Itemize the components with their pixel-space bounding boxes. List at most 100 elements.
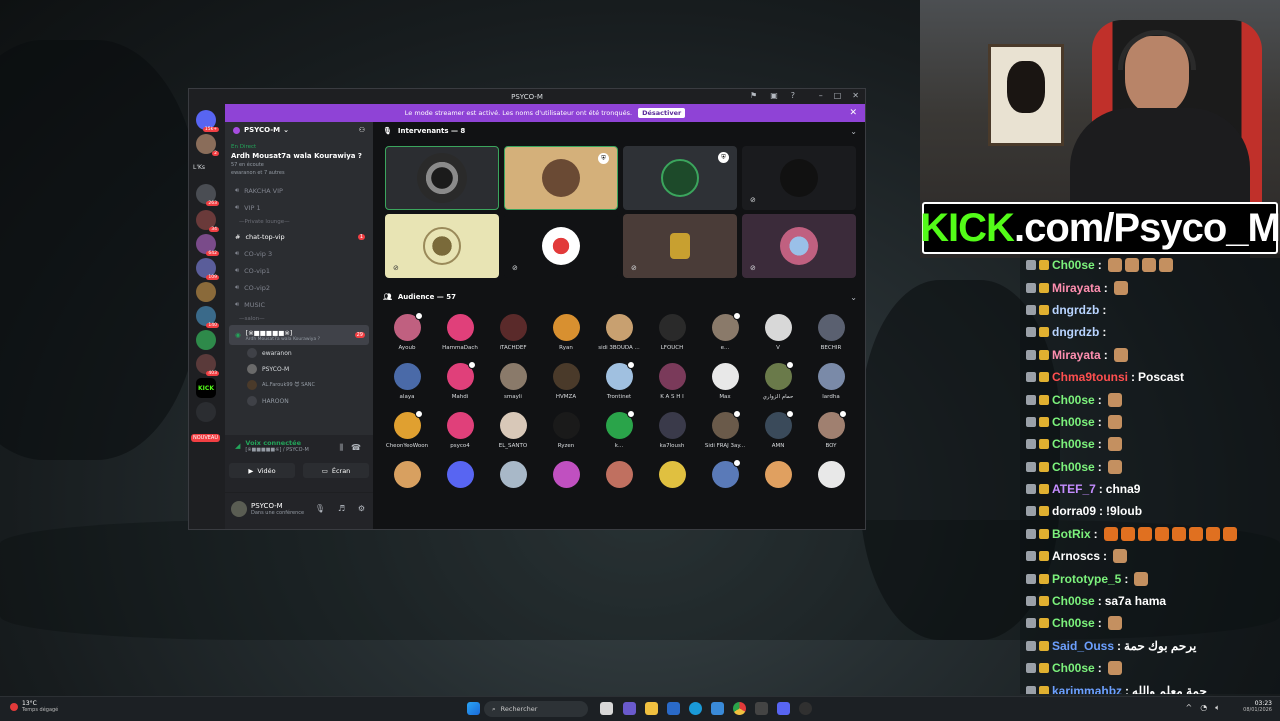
- file-explorer-icon[interactable]: [645, 702, 658, 715]
- voice-user[interactable]: HAROON: [225, 393, 373, 409]
- event-title[interactable]: Ardh Mousat7a wala Kourawiya ?: [225, 152, 373, 160]
- chat-username[interactable]: Mirayata: [1052, 281, 1101, 295]
- close-banner-icon[interactable]: ✕: [849, 108, 857, 118]
- audience-member[interactable]: Ryzen: [540, 412, 592, 449]
- chat-username[interactable]: Ch00se: [1052, 258, 1095, 272]
- audience-member[interactable]: e...: [699, 312, 751, 351]
- stage-channel-item[interactable]: ◉ [※■■■■■※] Ardh Mousat7a wala Kourawiya…: [229, 325, 369, 345]
- chat-username[interactable]: Ch00se: [1052, 415, 1095, 429]
- chat-username[interactable]: BotRix: [1052, 527, 1091, 541]
- taskbar-search[interactable]: ⌕ Rechercher: [484, 701, 588, 717]
- chevron-down-icon[interactable]: ⌄: [850, 293, 857, 302]
- chat-username[interactable]: Ch00se: [1052, 393, 1095, 407]
- audience-member[interactable]: alaya: [381, 363, 433, 400]
- speaker-tile[interactable]: ⊘: [385, 214, 499, 278]
- speaker-tile[interactable]: ⊘: [504, 214, 618, 278]
- close-button[interactable]: ✕: [852, 91, 859, 100]
- headphones-icon[interactable]: ♬: [338, 504, 345, 513]
- audience-member[interactable]: [434, 461, 486, 492]
- audience-member[interactable]: [646, 461, 698, 492]
- audience-member[interactable]: HVMZA: [540, 363, 592, 400]
- app-icon[interactable]: [755, 702, 768, 715]
- voice-connected-label[interactable]: Voix connectée: [245, 439, 308, 447]
- disable-streamer-mode-button[interactable]: Désactiver: [638, 108, 686, 118]
- server-icon[interactable]: 642: [196, 234, 219, 256]
- audience-member[interactable]: Ryan: [540, 314, 592, 351]
- audience-member[interactable]: psyco4: [434, 412, 486, 449]
- audience-member[interactable]: V: [752, 314, 804, 351]
- obs-icon[interactable]: [799, 702, 812, 715]
- chat-username[interactable]: Ch00se: [1052, 616, 1095, 630]
- chat-username[interactable]: Ch00se: [1052, 594, 1095, 608]
- audience-member[interactable]: CheonYeoWoon: [381, 410, 433, 449]
- audience-member[interactable]: [487, 461, 539, 492]
- audience-member[interactable]: [805, 461, 857, 492]
- audience-member[interactable]: [381, 461, 433, 492]
- audience-member[interactable]: [699, 459, 751, 492]
- voice-user[interactable]: AL.Farouk99 😈 SANC: [225, 377, 373, 393]
- chevron-down-icon[interactable]: ⌄: [850, 127, 857, 136]
- audience-member[interactable]: حمام الزواري: [752, 361, 804, 400]
- audience-member[interactable]: sidi 3BOUDA ...: [593, 314, 645, 351]
- teams-icon[interactable]: [623, 702, 636, 715]
- microphone-icon[interactable]: 🎙︎: [315, 504, 325, 513]
- inbox-icon[interactable]: ▣: [770, 91, 778, 100]
- pin-icon[interactable]: ⚑: [750, 91, 757, 100]
- channel-item[interactable]: 🔊︎ CO-vip1: [225, 262, 373, 279]
- speaker-tile[interactable]: ⛨: [623, 146, 737, 210]
- server-icon[interactable]: 34: [196, 210, 219, 232]
- channel-item[interactable]: 🔊︎ RAKCHA VIP: [225, 182, 373, 199]
- minimize-button[interactable]: –: [819, 91, 823, 100]
- chat-username[interactable]: Ch00se: [1052, 437, 1095, 451]
- chrome-icon[interactable]: [733, 702, 746, 715]
- speaker-tile[interactable]: [385, 146, 499, 210]
- server-icon[interactable]: [196, 330, 216, 350]
- clock[interactable]: 03:23 08/01/2026: [1243, 700, 1272, 713]
- avatar[interactable]: [231, 501, 247, 517]
- discord-taskbar-icon[interactable]: [777, 702, 790, 715]
- chat-username[interactable]: dngrdzb: [1052, 325, 1099, 339]
- voice-user[interactable]: ewaranon: [225, 345, 373, 361]
- screen-share-button[interactable]: ▭ Écran: [303, 463, 369, 478]
- audience-member[interactable]: k...: [593, 410, 645, 449]
- server-icon[interactable]: 2: [196, 134, 219, 156]
- weather-widget[interactable]: 13°C Temps dégagé: [10, 700, 58, 713]
- video-button[interactable]: ▶ Vidéo: [229, 463, 295, 478]
- speaker-tile[interactable]: ⊘: [742, 146, 856, 210]
- kick-server-icon[interactable]: KICK: [196, 378, 216, 398]
- chat-username[interactable]: Prototype_5: [1052, 572, 1121, 586]
- speaker-tile[interactable]: ⊘: [742, 214, 856, 278]
- voice-user[interactable]: PSYCO-M: [225, 361, 373, 377]
- help-icon[interactable]: ?: [791, 91, 795, 100]
- add-member-icon[interactable]: ⚇: [359, 126, 365, 134]
- server-icon[interactable]: [196, 282, 216, 302]
- edge-icon[interactable]: [689, 702, 702, 715]
- audience-header[interactable]: 👥︎ Audience — 57: [383, 293, 456, 301]
- noise-suppression-icon[interactable]: ⫼: [339, 443, 343, 453]
- speakers-header[interactable]: 🎙︎ Intervenants — 8: [383, 127, 465, 135]
- gear-icon[interactable]: ⚙: [358, 504, 365, 513]
- channel-category[interactable]: — salon —: [225, 313, 373, 325]
- audience-member[interactable]: Ayoub: [381, 312, 433, 351]
- chat-username[interactable]: Ch00se: [1052, 460, 1095, 474]
- chat-username[interactable]: dngrdzb: [1052, 303, 1099, 317]
- audience-member[interactable]: BECHIR: [805, 314, 857, 351]
- audience-member[interactable]: LFOUCH: [646, 314, 698, 351]
- audience-member[interactable]: K A S H I: [646, 363, 698, 400]
- channel-item[interactable]: # chat-top-vip 1: [225, 228, 373, 245]
- chat-username[interactable]: ATEF_7: [1052, 482, 1096, 496]
- chat-username[interactable]: Chma9tounsi: [1052, 370, 1128, 384]
- audience-member[interactable]: Sidi FRAJ 3ay...: [699, 410, 751, 449]
- audience-member[interactable]: ka7loush: [646, 412, 698, 449]
- server-icon[interactable]: 109: [196, 258, 219, 280]
- audience-member[interactable]: smayli: [487, 363, 539, 400]
- audience-member[interactable]: iTACHDEF: [487, 314, 539, 351]
- audience-member[interactable]: [540, 461, 592, 492]
- audience-member[interactable]: AMN: [752, 410, 804, 449]
- chat-username[interactable]: Mirayata: [1052, 348, 1101, 362]
- audience-member[interactable]: lardha: [805, 363, 857, 400]
- audience-member[interactable]: Mahdi: [434, 361, 486, 400]
- chat-username[interactable]: dorra09: [1052, 504, 1096, 518]
- server-icon[interactable]: [196, 402, 216, 422]
- server-header[interactable]: PSYCO-M ⌄ ⚇: [225, 122, 373, 138]
